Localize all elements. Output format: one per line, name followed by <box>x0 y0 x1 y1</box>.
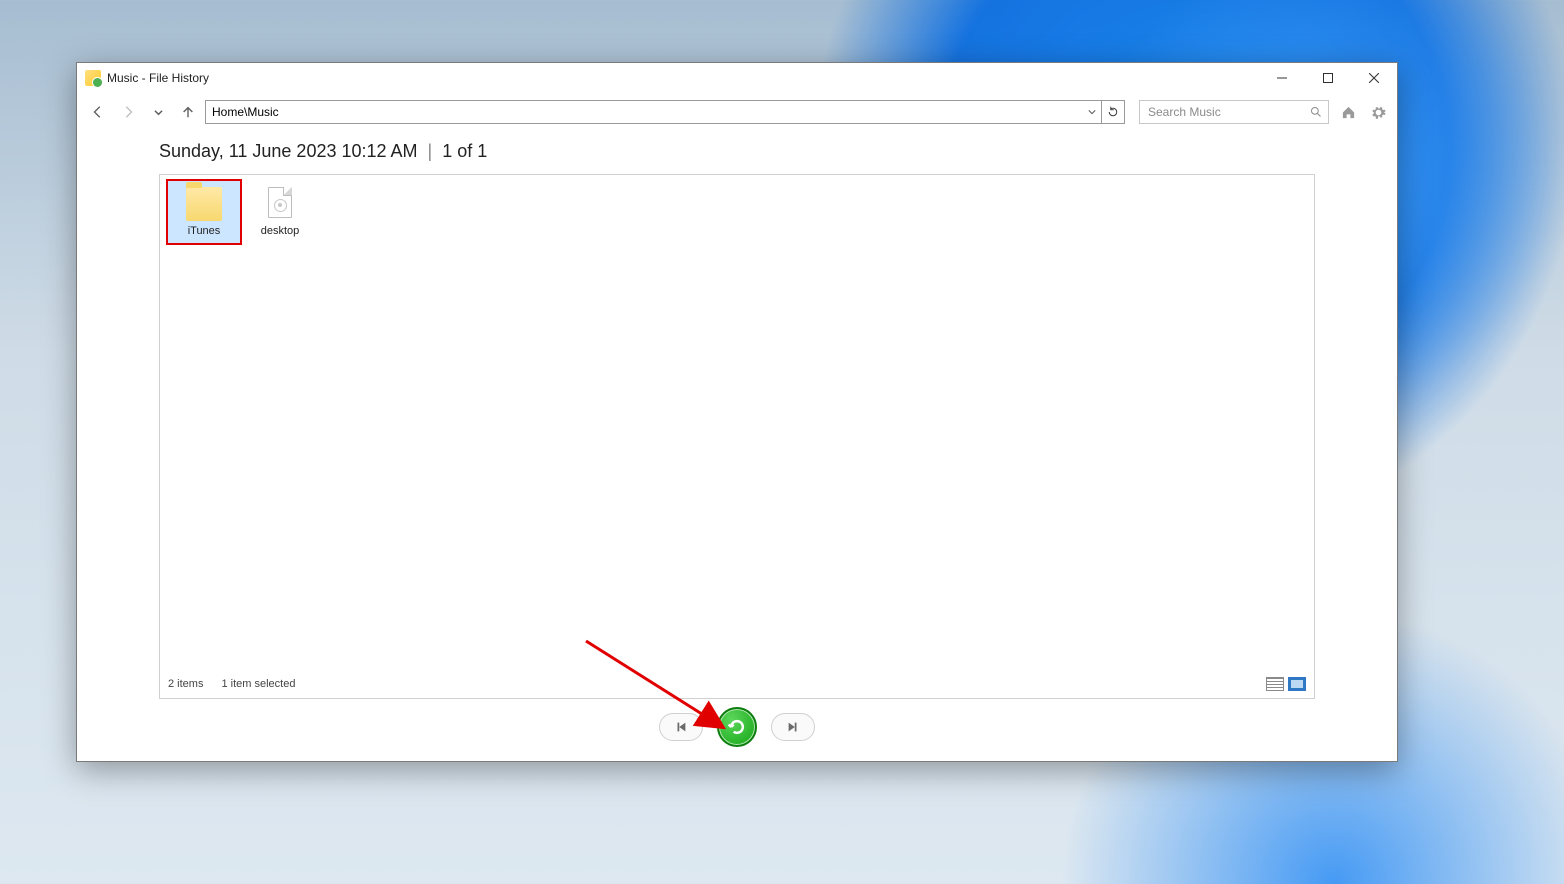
version-navigation <box>159 699 1315 761</box>
snapshot-header: Sunday, 11 June 2023 10:12 AM | 1 of 1 <box>159 141 1315 162</box>
item-label: iTunes <box>188 225 221 237</box>
minimize-icon <box>1277 73 1287 83</box>
back-button[interactable] <box>85 99 111 125</box>
file-history-icon <box>85 70 101 86</box>
file-item-desktop[interactable]: desktop <box>242 179 318 245</box>
home-icon <box>1341 105 1356 120</box>
item-count: 2 items <box>168 678 203 690</box>
content-area: Sunday, 11 June 2023 10:12 AM | 1 of 1 i… <box>77 131 1397 761</box>
address-bar <box>205 100 1125 124</box>
snapshot-timestamp: Sunday, 11 June 2023 10:12 AM <box>159 141 418 162</box>
items-container: iTunes desktop <box>166 179 318 245</box>
settings-file-icon <box>258 185 302 221</box>
recent-locations-button[interactable] <box>145 99 171 125</box>
file-list-pane[interactable]: iTunes desktop 2 items 1 item selected <box>159 174 1315 699</box>
next-version-button[interactable] <box>771 713 815 741</box>
details-view-button[interactable] <box>1266 677 1284 691</box>
selection-count: 1 item selected <box>221 678 295 690</box>
navigation-toolbar <box>77 93 1397 131</box>
close-icon <box>1369 73 1379 83</box>
restore-icon <box>727 717 747 737</box>
home-button[interactable] <box>1337 101 1359 123</box>
refresh-icon <box>1107 106 1119 118</box>
snapshot-position: 1 of 1 <box>442 141 487 162</box>
maximize-button[interactable] <box>1305 63 1351 93</box>
maximize-icon <box>1323 73 1333 83</box>
large-icons-view-button[interactable] <box>1288 677 1306 691</box>
chevron-down-icon <box>154 108 163 117</box>
arrow-left-icon <box>91 105 105 119</box>
previous-version-button[interactable] <box>659 713 703 741</box>
skip-previous-icon <box>674 720 688 734</box>
window-titlebar[interactable]: Music - File History <box>77 63 1397 93</box>
chevron-down-icon <box>1088 108 1096 116</box>
up-button[interactable] <box>175 99 201 125</box>
refresh-button[interactable] <box>1101 100 1125 124</box>
status-bar: 2 items 1 item selected <box>168 674 1306 694</box>
address-dropdown-button[interactable] <box>1083 100 1101 124</box>
forward-button[interactable] <box>115 99 141 125</box>
address-input[interactable] <box>205 100 1083 124</box>
close-button[interactable] <box>1351 63 1397 93</box>
item-label: desktop <box>261 225 300 237</box>
skip-next-icon <box>786 720 800 734</box>
search-box[interactable] <box>1139 100 1329 124</box>
folder-item-itunes[interactable]: iTunes <box>166 179 242 245</box>
minimize-button[interactable] <box>1259 63 1305 93</box>
file-history-window: Music - File History <box>76 62 1398 762</box>
gear-icon <box>1371 105 1386 120</box>
arrow-up-icon <box>181 105 195 119</box>
settings-button[interactable] <box>1367 101 1389 123</box>
separator: | <box>428 141 433 162</box>
search-input[interactable] <box>1146 104 1310 120</box>
restore-button[interactable] <box>717 707 757 747</box>
search-icon <box>1310 106 1322 118</box>
folder-icon <box>182 185 226 221</box>
window-title: Music - File History <box>107 71 209 85</box>
arrow-right-icon <box>121 105 135 119</box>
